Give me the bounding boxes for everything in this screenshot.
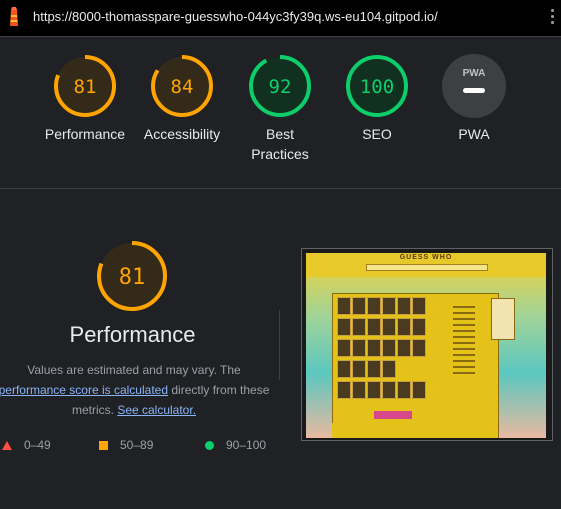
vertical-divider [279,310,280,380]
section-divider [0,188,561,189]
lighthouse-icon [10,7,18,26]
see-calculator-link[interactable]: See calculator. [117,403,196,417]
more-menu-icon[interactable] [549,9,555,27]
gauge-seo[interactable]: 100 SEO [332,54,422,144]
gauge-pwa[interactable]: PWA PWA [429,54,519,144]
performance-desc-line-3: metrics. [71,403,114,417]
gauge-best-practices[interactable]: 92 Best Practices [235,54,325,164]
url-bar: https://8000-thomasspare-guesswho-044yc3… [0,0,561,37]
score-calculated-link[interactable]: performance score is calculated [0,383,168,397]
performance-large-gauge: 81 [97,241,167,311]
legend-average: 50–89 [99,438,153,452]
performance-description: Values are estimated and may vary. The p… [0,360,270,420]
circle-icon [205,440,214,450]
gauge-accessibility-score: 84 [171,76,194,98]
screenshot-title: GUESS WHO [399,254,453,261]
gauge-seo-score: 100 [360,76,394,98]
performance-desc-line-2: directly from these [171,383,270,397]
triangle-icon [2,440,12,450]
page-url[interactable]: https://8000-thomasspare-guesswho-044yc3… [33,9,438,24]
pwa-badge-icon: PWA [442,54,506,118]
screenshot-image: GUESS WHO [306,253,546,438]
gauge-best-practices-score: 92 [269,76,292,98]
gauge-accessibility[interactable]: 84 Accessibility [137,54,227,144]
gauge-pwa-label: PWA [458,126,490,142]
legend-pass-range: 90–100 [226,438,267,452]
performance-title: Performance [69,322,196,347]
gauge-accessibility-label: Accessibility [143,126,221,142]
square-icon [99,440,108,450]
gauge-seo-ring: 100 [346,55,408,117]
legend-fail-range: 0–49 [24,438,51,452]
gauge-seo-label: SEO [362,126,392,142]
gauge-accessibility-ring: 84 [151,55,213,117]
final-screenshot[interactable]: GUESS WHO [301,248,553,441]
gauge-performance-ring: 81 [54,55,116,117]
performance-large-score: 81 [119,265,146,290]
legend-average-range: 50–89 [120,438,154,452]
gauge-performance[interactable]: 81 Performance [40,54,130,144]
gauge-best-practices-label: Best Practices [251,126,309,162]
legend-fail: 0–49 [2,438,51,452]
legend-pass: 90–100 [205,438,266,452]
performance-desc-line-1: Values are estimated and may vary. The [27,363,241,377]
gauge-performance-score: 81 [74,76,97,98]
screenshot-board [332,293,515,438]
pwa-badge-text: PWA [463,68,486,79]
gauge-performance-label: Performance [44,126,126,142]
gauge-best-practices-ring: 92 [249,55,311,117]
